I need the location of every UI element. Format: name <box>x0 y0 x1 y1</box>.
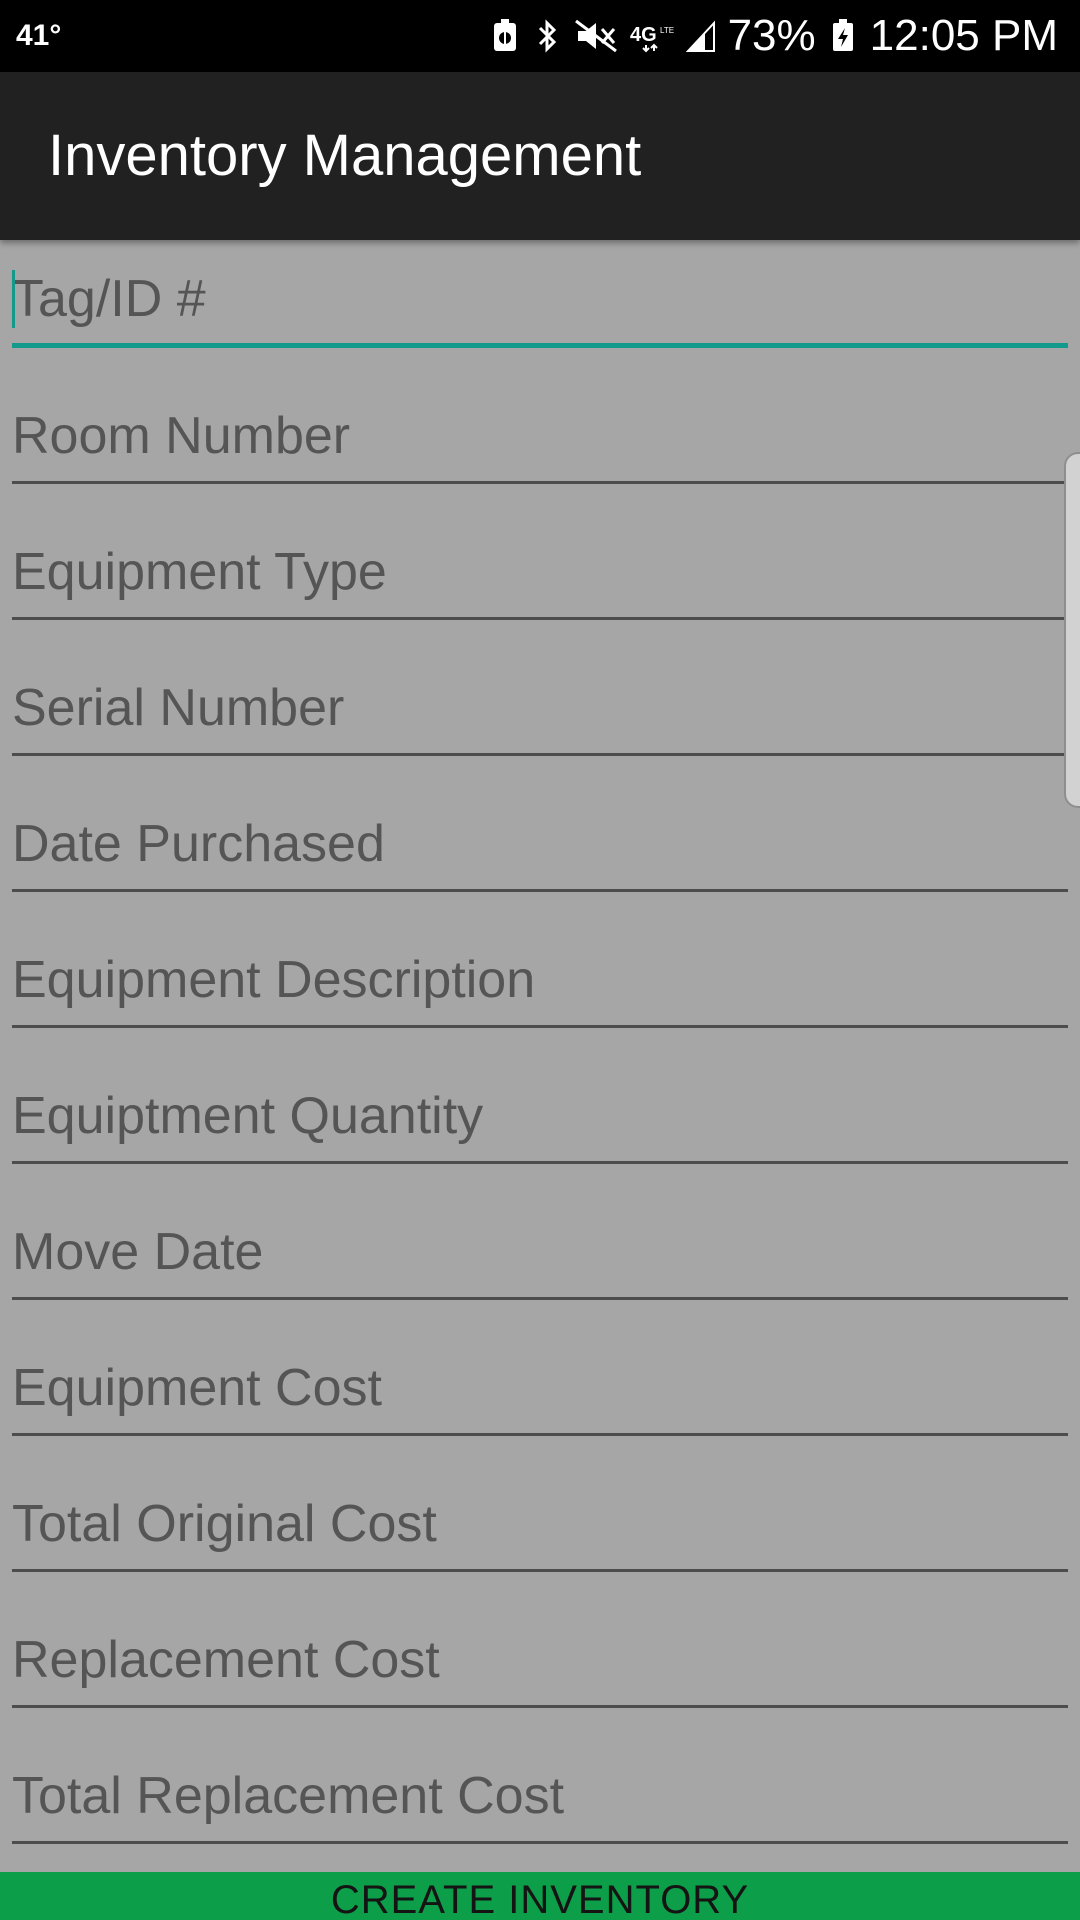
room-number-input[interactable] <box>12 396 1068 484</box>
equipment-quantity-input[interactable] <box>12 1076 1068 1164</box>
svg-text:LTE: LTE <box>660 26 674 35</box>
room-number-field[interactable] <box>0 376 1080 512</box>
battery-charging-icon <box>828 19 858 53</box>
equipment-cost-field[interactable] <box>0 1328 1080 1464</box>
status-icons: 4G LTE 73% 12:05 PM <box>490 0 1058 72</box>
scrollbar-handle[interactable] <box>1064 452 1080 808</box>
tag-id-field[interactable] <box>0 240 1080 376</box>
total-original-cost-field[interactable] <box>0 1464 1080 1600</box>
date-purchased-input[interactable] <box>12 804 1068 892</box>
svg-text:4G: 4G <box>630 24 657 46</box>
bluetooth-icon <box>532 19 562 53</box>
vibrate-mute-icon <box>574 19 618 53</box>
temperature-text: 41° <box>16 19 62 52</box>
move-date-input[interactable] <box>12 1212 1068 1300</box>
status-bar: 41° 4G LTE 73% 12:05 PM <box>0 0 1080 72</box>
app-title: Inventory Management <box>48 123 642 188</box>
equipment-description-input[interactable] <box>12 940 1068 1028</box>
4g-lte-icon: 4G LTE <box>630 19 674 53</box>
equipment-cost-input[interactable] <box>12 1348 1068 1436</box>
battery-percent-text: 73% <box>727 11 816 60</box>
date-purchased-field[interactable] <box>0 784 1080 920</box>
total-replacement-cost-input[interactable] <box>12 1756 1068 1844</box>
move-date-field[interactable] <box>0 1192 1080 1328</box>
replacement-cost-input[interactable] <box>12 1620 1068 1708</box>
clock-text: 12:05 PM <box>869 11 1058 60</box>
serial-number-input[interactable] <box>12 668 1068 756</box>
create-inventory-button[interactable]: CREATE INVENTORY <box>0 1872 1080 1920</box>
signal-icon <box>685 19 716 53</box>
total-original-cost-input[interactable] <box>12 1484 1068 1572</box>
app-bar: Inventory Management <box>0 72 1080 240</box>
serial-number-field[interactable] <box>0 648 1080 784</box>
equipment-quantity-field[interactable] <box>0 1056 1080 1192</box>
battery-saver-icon <box>490 19 520 53</box>
text-caret <box>12 270 15 328</box>
equipment-type-input[interactable] <box>12 532 1068 620</box>
tag-id-input[interactable] <box>12 260 1068 348</box>
equipment-type-field[interactable] <box>0 512 1080 648</box>
replacement-cost-field[interactable] <box>0 1600 1080 1736</box>
equipment-description-field[interactable] <box>0 920 1080 1056</box>
inventory-form <box>0 240 1080 1872</box>
total-replacement-cost-field[interactable] <box>0 1736 1080 1872</box>
